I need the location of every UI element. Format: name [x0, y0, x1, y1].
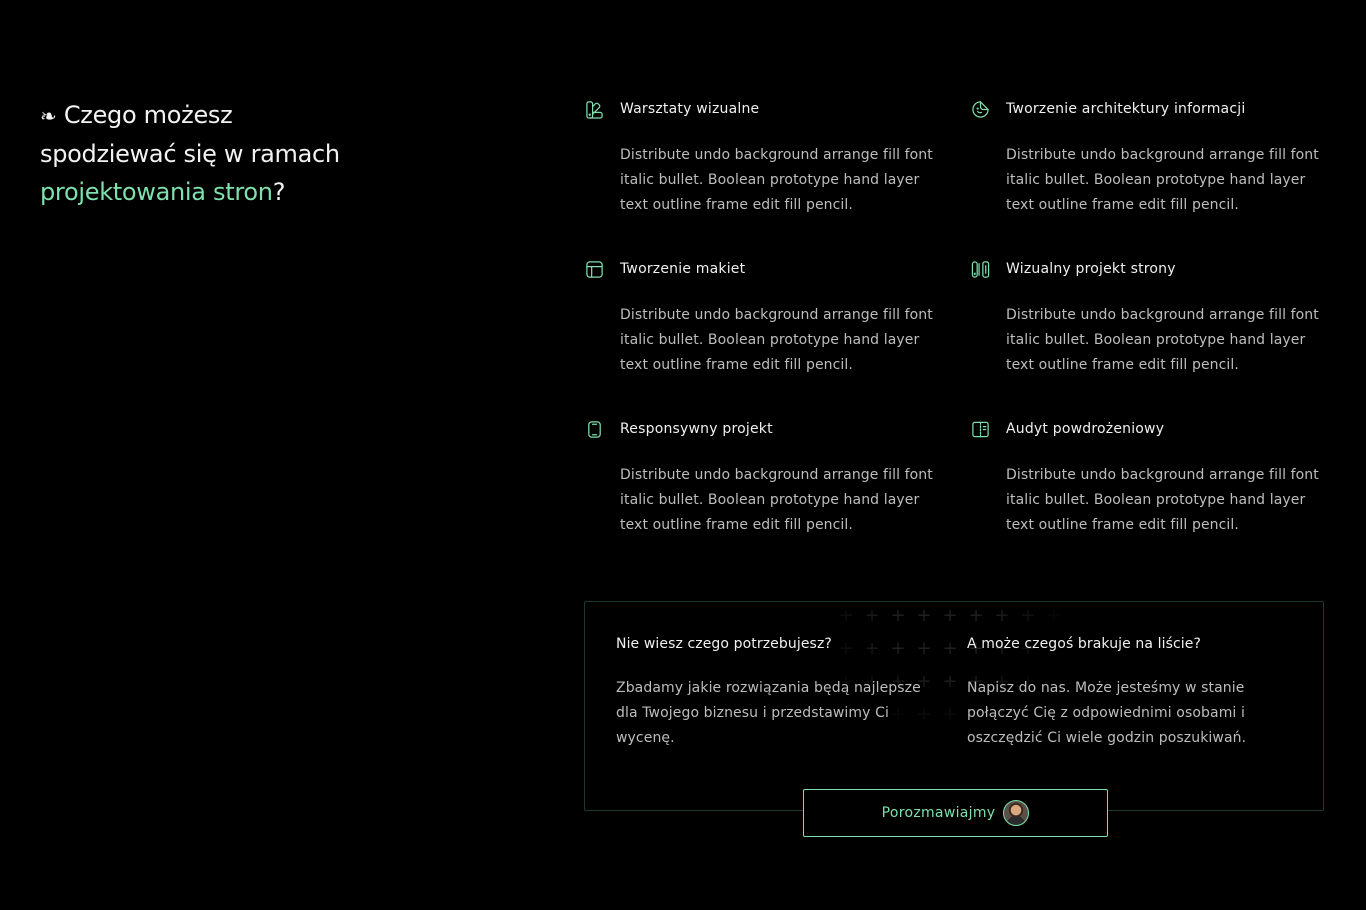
layout-icon — [584, 259, 604, 279]
cta-right-title: A może czegoś brakuje na liście? — [967, 636, 1202, 652]
leaf-icon: ❧ — [40, 104, 57, 128]
cta-left-title: Nie wiesz czego potrzebujesz? — [616, 636, 832, 652]
service-title: Responsywny projekt — [620, 421, 773, 437]
service-title: Audyt powdrożeniowy — [1006, 421, 1165, 437]
cta-left-column: Nie wiesz czego potrzebujesz? Zbadamy ja… — [616, 636, 936, 751]
service-description: Distribute undo background arrange fill … — [1006, 147, 1319, 213]
service-description: Distribute undo background arrange fill … — [620, 307, 933, 373]
service-title: Tworzenie architektury informacji — [1006, 101, 1246, 117]
service-item: Responsywny projekt Distribute undo back… — [584, 418, 944, 538]
service-item: Tworzenie architektury informacji Distri… — [970, 98, 1330, 218]
service-item: Wizualny projekt strony Distribute undo … — [970, 258, 1330, 378]
heading-line-1: Czego możesz — [63, 101, 233, 129]
swatches-icon — [970, 259, 990, 279]
sticker-icon — [970, 99, 990, 119]
heading-line-2: spodziewać się w ramach — [40, 140, 340, 168]
cta-panel: + + + + + + + + + + + + + + + + + + + + + + + + + + + + + + + + + + + + … — [584, 601, 1324, 811]
heading-accent: projektowania stron — [40, 178, 273, 206]
service-title: Wizualny projekt strony — [1006, 261, 1176, 277]
mobile-icon — [584, 419, 604, 439]
contact-button-label: Porozmawiajmy — [881, 805, 996, 821]
services-grid: Warsztaty wizualne Distribute undo backg… — [584, 98, 1344, 538]
service-item: Tworzenie makiet Distribute undo backgro… — [584, 258, 944, 378]
section-heading: ❧ Czego możesz spodziewać się w ramach p… — [40, 96, 440, 211]
service-description: Distribute undo background arrange fill … — [620, 147, 933, 213]
service-item: Warsztaty wizualne Distribute undo backg… — [584, 98, 944, 218]
avatar — [1003, 800, 1030, 826]
split-panel-icon — [970, 419, 990, 439]
service-item: Audyt powdrożeniowy Distribute undo back… — [970, 418, 1330, 538]
service-title: Warsztaty wizualne — [620, 101, 760, 117]
heading-suffix: ? — [272, 178, 286, 206]
service-title: Tworzenie makiet — [620, 261, 746, 277]
contact-button[interactable]: Porozmawiajmy — [803, 789, 1108, 837]
service-description: Distribute undo background arrange fill … — [1006, 467, 1319, 533]
palette-icon — [584, 99, 604, 119]
service-description: Distribute undo background arrange fill … — [1006, 307, 1319, 373]
service-description: Distribute undo background arrange fill … — [620, 467, 933, 533]
cta-right-text: Napisz do nas. Może jesteśmy w stanie po… — [967, 680, 1247, 746]
cta-left-text: Zbadamy jakie rozwiązania będą najlepsze… — [616, 680, 921, 746]
cta-right-column: A może czegoś brakuje na liście? Napisz … — [967, 636, 1287, 751]
